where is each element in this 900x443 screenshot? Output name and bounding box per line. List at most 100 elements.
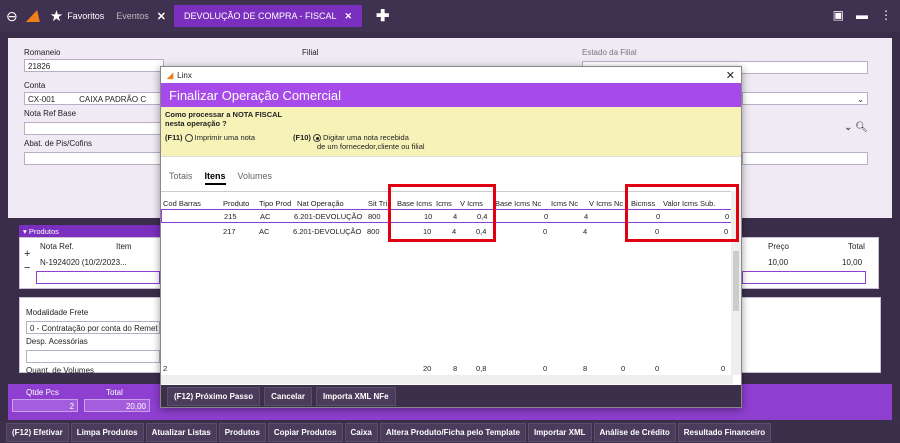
col-sit-tri[interactable]: Sit Tri: [368, 199, 387, 208]
conta-code: CX-001: [28, 95, 56, 104]
highlight-icms: [388, 184, 496, 242]
cell-tipo: AC: [259, 226, 270, 236]
abat-field-right[interactable]: [742, 152, 868, 165]
col-tipo-prod[interactable]: Tipo Prod: [259, 199, 291, 208]
quant-label: Quant. de Volumes: [26, 366, 95, 375]
tab-volumes[interactable]: Volumes: [238, 171, 273, 185]
nota-ref-field[interactable]: [24, 122, 164, 135]
search-icon[interactable]: ⌄ 🔍︎: [844, 122, 868, 133]
close-icon[interactable]: ✕: [726, 69, 735, 82]
add-tab-icon[interactable]: ✚: [376, 6, 389, 26]
caixa-button[interactable]: Caixa: [344, 422, 378, 442]
importar-xml-button[interactable]: Importar XML: [527, 422, 592, 442]
col-nota-ref: Nota Ref.: [40, 242, 74, 251]
cancelar-button[interactable]: Cancelar: [264, 386, 312, 406]
col-nat-operacao[interactable]: Nat Operação: [297, 199, 344, 208]
close-tab-icon[interactable]: ✕: [344, 11, 352, 22]
plus-icon[interactable]: +: [24, 248, 30, 260]
produtos-header[interactable]: ▾ Produtos: [19, 225, 161, 237]
back-icon[interactable]: ⊖: [6, 8, 18, 25]
conta-field[interactable]: CX-001 CAIXA PADRÃO C: [24, 92, 164, 105]
desp-label: Desp. Acessórias: [26, 337, 88, 346]
filial-label: Filial: [302, 48, 319, 57]
horizontal-scrollbar[interactable]: [161, 375, 733, 384]
produtos-header-label: Produtos: [28, 227, 59, 236]
tab-totais[interactable]: Totais: [169, 171, 193, 185]
total-sum-label: Total: [106, 388, 123, 397]
option-digitar[interactable]: (F10) Digitar uma nota recebida de um fo…: [293, 133, 425, 151]
linx-small-icon: ◢: [167, 70, 174, 80]
conta-label: Conta: [24, 81, 46, 90]
resultado-financeiro-button[interactable]: Resultado Financeiro: [677, 422, 772, 442]
total-value: 10,00: [842, 258, 863, 267]
tab-eventos[interactable]: Eventos: [116, 11, 149, 21]
nota-row[interactable]: N-1924020 (10/2/2023...: [40, 258, 127, 267]
preco-value: 10,00: [768, 258, 789, 267]
atualizar-listas-button[interactable]: Atualizar Listas: [145, 422, 217, 442]
preco-edit[interactable]: [742, 271, 866, 284]
cell-base-nc: 0: [544, 211, 549, 221]
produtos-panel: Nota Ref. Item + N-1924020 (10/2/2023...…: [19, 237, 161, 289]
tab-favoritos[interactable]: Favoritos: [67, 11, 104, 21]
col-produto[interactable]: Produto: [223, 199, 249, 208]
cell-base-nc: 0: [543, 226, 548, 236]
tab-devolucao[interactable]: DEVOLUÇÃO DE COMPRA - FISCAL ✕: [173, 5, 363, 27]
copiar-produtos-button[interactable]: Copiar Produtos: [267, 422, 343, 442]
opt2-line1: Digitar uma nota recebida: [323, 133, 409, 142]
minus-icon[interactable]: −: [24, 262, 30, 274]
option-imprimir[interactable]: (F11) Imprimir uma nota: [165, 133, 256, 143]
qtde-field: 2: [12, 399, 78, 412]
produtos-button[interactable]: Produtos: [218, 422, 266, 442]
limpa-produtos-button[interactable]: Limpa Produtos: [70, 422, 144, 442]
abat-label: Abat. de Pis/Cofins: [24, 139, 93, 148]
footer-vsub: 0: [721, 364, 726, 373]
conta-desc: CAIXA PADRÃO C: [79, 95, 147, 104]
radio-imprimir[interactable]: [184, 134, 193, 143]
clipboard-icon[interactable]: ▣: [833, 8, 844, 22]
importa-xml-nfe-button[interactable]: Importa XML NFe: [315, 386, 396, 406]
col-cod-barras[interactable]: Cod Barras: [163, 199, 201, 208]
footer-vnc: 0: [621, 364, 626, 373]
footer-bicmss: 0: [655, 364, 660, 373]
footer-base-nc: 0: [543, 364, 548, 373]
romaneio-field[interactable]: 21826: [24, 59, 164, 72]
radio-digitar[interactable]: [313, 134, 322, 143]
proximo-passo-button[interactable]: (F12) Próximo Passo: [167, 386, 261, 406]
abat-field[interactable]: [24, 152, 164, 165]
estado-filial-label: Estado da Filial: [582, 48, 637, 57]
col-base-icms-nc[interactable]: Base Icms Nc: [495, 199, 541, 208]
conta-dropdown[interactable]: ⌄: [742, 92, 868, 105]
modalidade-label: Modalidade Frete: [26, 308, 89, 317]
efetivar-button[interactable]: (F12) Efetivar: [6, 422, 69, 442]
scroll-thumb[interactable]: [733, 251, 739, 311]
produtos-right-panel: Preço Total 10,00 10,00: [741, 237, 879, 289]
opt1-label: Imprimir uma nota: [194, 133, 256, 142]
analise-credito-button[interactable]: Análise de Crédito: [593, 422, 676, 442]
total-label: Total: [848, 242, 865, 251]
new-row-field[interactable]: [36, 271, 160, 284]
modalidade-field[interactable]: 0 - Contratação por conta do Remet: [26, 321, 160, 334]
col-icms-nc[interactable]: Icms Nc: [551, 199, 578, 208]
tab-devolucao-label: DEVOLUÇÃO DE COMPRA - FISCAL: [183, 11, 337, 21]
footer-icms: 8: [453, 364, 458, 373]
close-icon[interactable]: ✕: [157, 10, 166, 23]
linx-logo: [26, 8, 42, 24]
dialog-app-name: Linx: [177, 70, 192, 80]
opt2-key: (F10): [293, 133, 311, 142]
tab-itens[interactable]: Itens: [204, 171, 226, 185]
altera-produto-button[interactable]: Altera Produto/Ficha pelo Template: [379, 422, 526, 442]
cell-tipo: AC: [260, 211, 271, 221]
footer-base: 20: [423, 364, 432, 373]
more-icon[interactable]: ⋮: [880, 8, 892, 22]
dialog-tabs: Totais Itens Volumes: [169, 171, 272, 185]
col-v-icms-nc[interactable]: V Icms Nc: [589, 199, 623, 208]
chat-icon[interactable]: ▬: [856, 8, 868, 22]
desp-field[interactable]: [26, 350, 160, 363]
col-item: Item: [116, 242, 132, 251]
question-panel: Como processar a NOTA FISCAL nesta opera…: [161, 107, 741, 157]
highlight-bicmss: [625, 184, 739, 242]
footer-count: 2: [163, 364, 168, 373]
star-icon[interactable]: ★: [50, 7, 63, 25]
cell-sit: 800: [367, 226, 380, 236]
cell-produto: 215: [224, 211, 237, 221]
